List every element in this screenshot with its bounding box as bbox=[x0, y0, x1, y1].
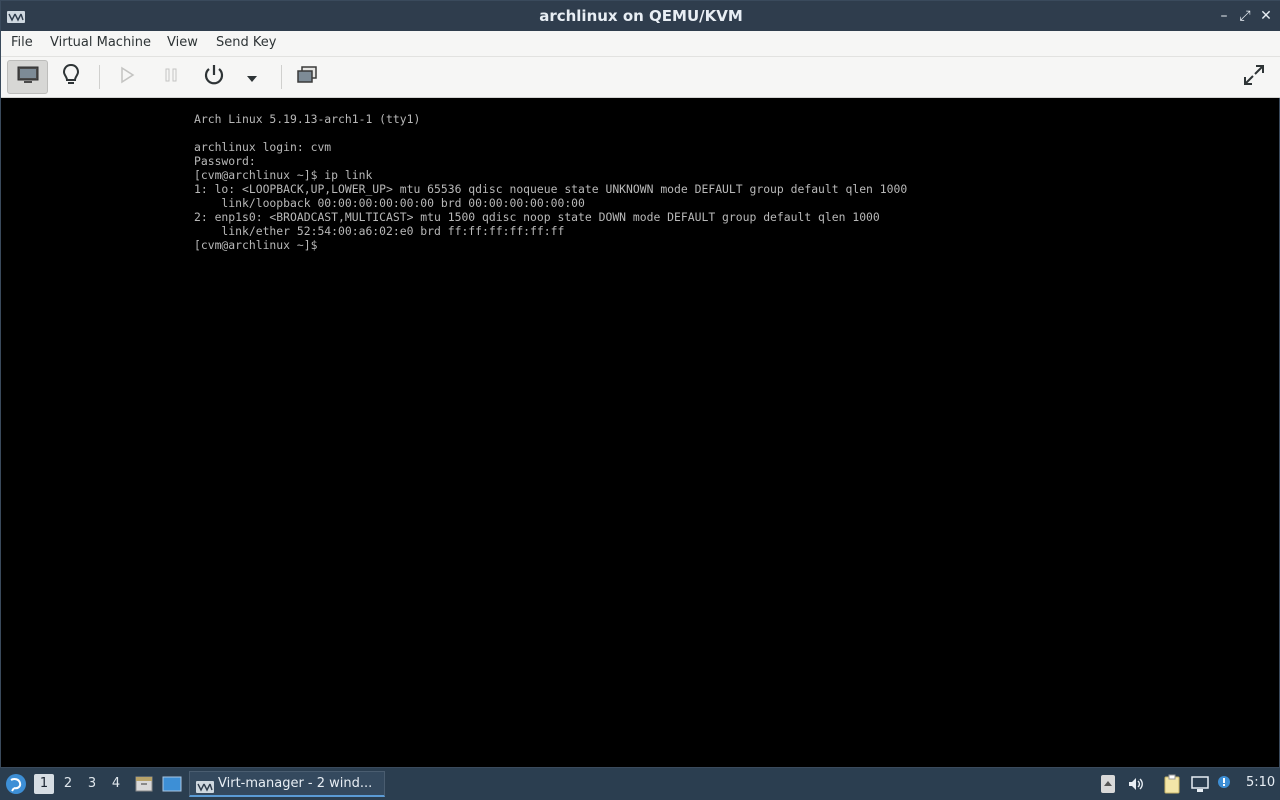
menu-virtual-machine[interactable]: Virtual Machine bbox=[50, 35, 151, 50]
tray-up-arrow-icon[interactable] bbox=[1098, 774, 1118, 794]
snapshots-button[interactable] bbox=[290, 60, 324, 94]
workspace-2[interactable]: 2 bbox=[58, 774, 78, 794]
pause-button[interactable] bbox=[154, 60, 188, 94]
console-line: [cvm@archlinux ~]$ bbox=[194, 238, 318, 252]
file-manager-icon[interactable] bbox=[134, 774, 154, 794]
console-view-button[interactable] bbox=[7, 60, 48, 94]
console-line: ​ bbox=[194, 126, 907, 140]
console-line: Password: bbox=[194, 154, 256, 168]
menubar: File Virtual Machine View Send Key bbox=[1, 31, 1280, 57]
network-icon[interactable] bbox=[1190, 774, 1210, 794]
vm-console-display[interactable]: Arch Linux 5.19.13-arch1-1 (tty1)​archli… bbox=[3, 98, 1279, 766]
monitor-icon bbox=[17, 66, 39, 88]
play-icon bbox=[119, 66, 135, 88]
workspace-3[interactable]: 3 bbox=[82, 774, 102, 794]
run-button[interactable] bbox=[110, 60, 144, 94]
workspace-1[interactable]: 1 bbox=[34, 774, 54, 794]
shutdown-button[interactable] bbox=[197, 60, 231, 94]
show-desktop-icon[interactable] bbox=[162, 774, 182, 794]
menu-view[interactable]: View bbox=[167, 35, 198, 50]
console-line: 1: lo: <LOOPBACK,UP,LOWER_UP> mtu 65536 … bbox=[194, 182, 908, 196]
window-titlebar[interactable]: archlinux on QEMU/KVM – ⤢ ✕ bbox=[1, 1, 1280, 31]
workspace-4[interactable]: 4 bbox=[106, 774, 126, 794]
clock: 5:10 bbox=[1246, 775, 1276, 790]
volume-icon[interactable] bbox=[1126, 774, 1146, 794]
console-line: archlinux login: cvm bbox=[194, 140, 332, 154]
window-title: archlinux on QEMU/KVM bbox=[539, 7, 743, 25]
snapshots-icon bbox=[296, 65, 318, 89]
restore-button[interactable]: ⤢ bbox=[1236, 7, 1254, 25]
start-menu-icon[interactable] bbox=[5, 773, 27, 795]
minimize-button[interactable]: – bbox=[1215, 7, 1233, 25]
lightbulb-icon bbox=[62, 63, 80, 91]
menu-file[interactable]: File bbox=[11, 35, 33, 50]
shutdown-menu-button[interactable] bbox=[237, 60, 267, 94]
toolbar-separator bbox=[281, 65, 282, 89]
details-view-button[interactable] bbox=[54, 60, 88, 94]
console-line: [cvm@archlinux ~]$ ip link bbox=[194, 168, 373, 182]
menu-send-key[interactable]: Send Key bbox=[216, 35, 276, 50]
close-button[interactable]: ✕ bbox=[1257, 7, 1275, 25]
vm-window: archlinux on QEMU/KVM – ⤢ ✕ File Virtual… bbox=[0, 0, 1280, 768]
taskbar: 1 2 3 4 Virt-manager - 2 wind... 5:10 bbox=[0, 768, 1280, 800]
taskbar-task-virt-manager[interactable]: Virt-manager - 2 wind... bbox=[189, 771, 385, 797]
virt-manager-task-icon bbox=[196, 778, 214, 797]
console-line: link/loopback 00:00:00:00:00:00 brd 00:0… bbox=[194, 196, 585, 210]
chevron-down-icon bbox=[246, 68, 258, 87]
console-line: 2: enp1s0: <BROADCAST,MULTICAST> mtu 150… bbox=[194, 210, 880, 224]
clipboard-icon[interactable] bbox=[1162, 774, 1182, 794]
pause-icon bbox=[163, 66, 179, 88]
task-label: Virt-manager - 2 wind... bbox=[218, 776, 373, 791]
toolbar bbox=[1, 57, 1280, 98]
toolbar-separator bbox=[99, 65, 100, 89]
power-icon bbox=[202, 63, 226, 91]
fullscreen-icon bbox=[1242, 63, 1266, 91]
console-line: Arch Linux 5.19.13-arch1-1 (tty1) bbox=[194, 112, 421, 126]
console-output: Arch Linux 5.19.13-arch1-1 (tty1)​archli… bbox=[194, 112, 907, 252]
notification-icon[interactable] bbox=[1216, 774, 1236, 794]
fullscreen-button[interactable] bbox=[1237, 60, 1271, 94]
console-line: link/ether 52:54:00:a6:02:e0 brd ff:ff:f… bbox=[194, 224, 565, 238]
